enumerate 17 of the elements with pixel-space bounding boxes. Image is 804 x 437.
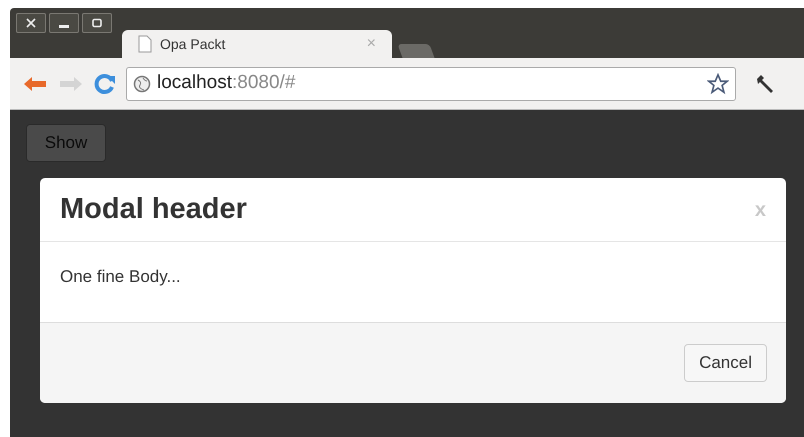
- star-icon[interactable]: [707, 72, 729, 94]
- address-field[interactable]: localhost:8080/#: [126, 66, 736, 100]
- globe-icon: [133, 74, 151, 92]
- reload-icon[interactable]: [94, 72, 116, 94]
- maximize-icon: [91, 17, 103, 29]
- tab-title: Opa Packt: [160, 34, 226, 54]
- browser-tab[interactable]: Opa Packt ×: [122, 30, 392, 58]
- close-window-button[interactable]: [16, 13, 46, 33]
- cancel-button[interactable]: Cancel: [684, 344, 767, 382]
- modal-title: Modal header: [60, 192, 248, 227]
- minimize-button[interactable]: [49, 13, 79, 33]
- page-icon: [138, 35, 152, 53]
- modal-body-text: One fine Body...: [60, 267, 181, 286]
- maximize-button[interactable]: [82, 13, 112, 33]
- close-icon: [25, 17, 37, 29]
- minimize-icon: [58, 24, 70, 28]
- url-text: localhost:8080/#: [157, 71, 296, 96]
